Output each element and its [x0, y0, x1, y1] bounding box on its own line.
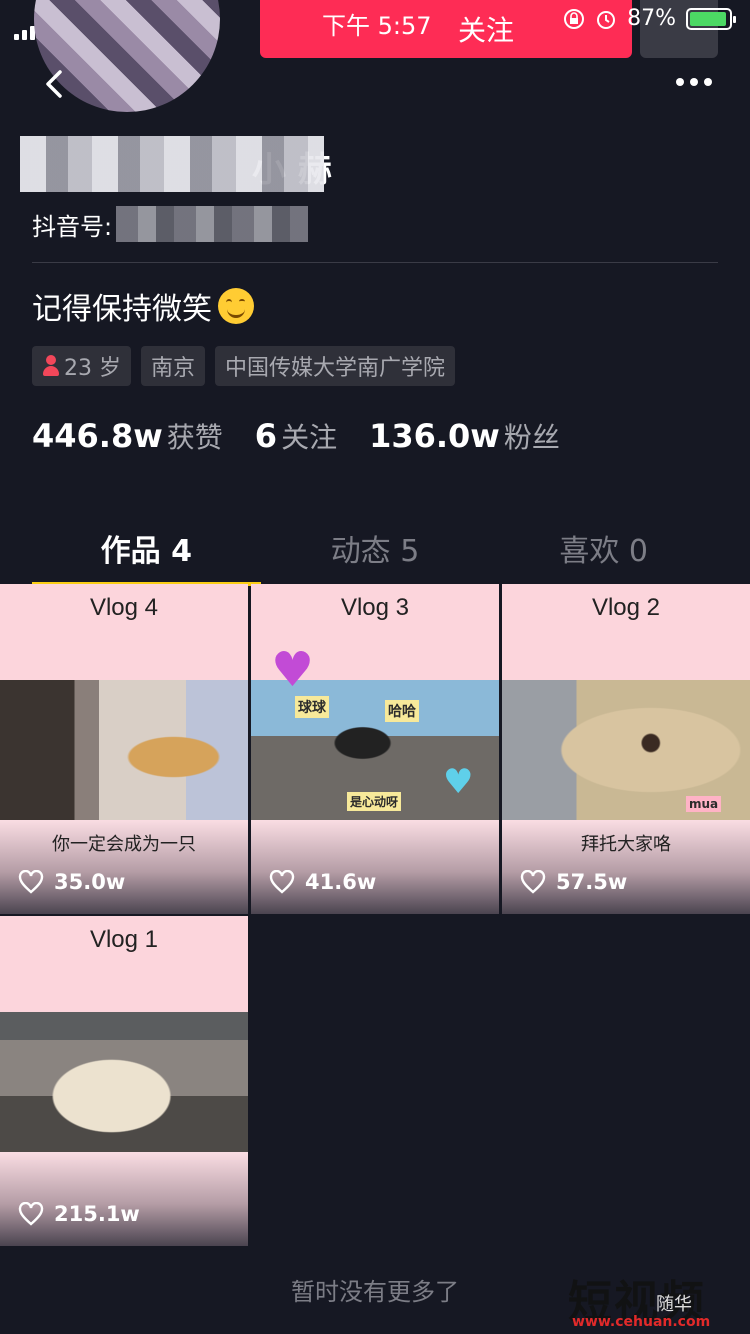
- divider: [32, 262, 718, 263]
- video-title: Vlog 2: [591, 594, 661, 621]
- tag-age: 23 岁: [32, 346, 131, 386]
- caption-overlay: [251, 820, 499, 914]
- tab-favorites[interactable]: 喜欢 0: [489, 512, 718, 584]
- chevron-left-icon[interactable]: [38, 66, 74, 102]
- tag-label: 23 岁: [64, 356, 121, 381]
- profile-stats: 446.8w 获赞 6 关注 136.0w 粉丝: [32, 416, 560, 456]
- sticker-label: 是心动呀: [347, 792, 402, 811]
- battery-percent: 87%: [627, 6, 676, 31]
- alarm-icon: [597, 10, 616, 29]
- more-dots-icon[interactable]: [676, 72, 712, 92]
- video-likes: 41.6w: [269, 870, 376, 894]
- stat-label: 粉丝: [503, 421, 560, 454]
- video-card[interactable]: Vlog 3 ♥ ♥ 球球 哈哈 是心动呀 41.6w: [251, 584, 499, 914]
- lock-rotation-icon: [564, 8, 585, 29]
- video-thumbnail: [0, 1012, 248, 1152]
- video-caption: 你一定会成为一只: [52, 834, 196, 855]
- video-card[interactable]: Vlog 4 你一定会成为一只 35.0w: [0, 584, 248, 914]
- stat-following[interactable]: 6 关注: [255, 416, 337, 456]
- likes-count: 35.0w: [54, 870, 126, 894]
- stat-value: 136.0w: [369, 417, 500, 455]
- sticker-label: mua: [686, 796, 722, 812]
- stat-value: 446.8w: [32, 417, 163, 455]
- video-thumbnail: [0, 680, 248, 820]
- female-icon: [42, 355, 60, 377]
- heart-outline-icon: [520, 870, 546, 894]
- status-time: 下午 5:57: [322, 12, 432, 40]
- smile-emoji-icon: [218, 288, 254, 324]
- nickname-mosaic: [20, 136, 324, 192]
- douyin-id: 抖音号:: [32, 206, 309, 242]
- profile-tabs: 作品 4 动态 5 喜欢 0: [32, 512, 718, 586]
- stat-label: 获赞: [166, 421, 223, 454]
- caption-overlay: [0, 1152, 248, 1246]
- tag-label: 南京: [151, 356, 196, 381]
- video-title: Vlog 1: [89, 926, 159, 953]
- douyin-id-label: 抖音号:: [32, 212, 113, 241]
- blue-heart-icon: ♥: [443, 762, 474, 802]
- video-title: Vlog 4: [89, 594, 159, 621]
- heart-outline-icon: [18, 870, 44, 894]
- tab-moments[interactable]: 动态 5: [261, 512, 490, 584]
- sticker-label: 哈哈: [385, 700, 419, 722]
- follow-button-label: 关注: [457, 14, 514, 47]
- stat-label: 关注: [281, 421, 338, 454]
- stat-value: 6: [254, 417, 278, 455]
- likes-count: 57.5w: [556, 870, 628, 894]
- stat-followers[interactable]: 136.0w 粉丝: [369, 416, 560, 456]
- battery-icon: [686, 7, 736, 30]
- tag-location: 南京: [141, 346, 206, 386]
- douyin-id-mosaic: [116, 206, 309, 242]
- video-card[interactable]: Vlog 2 mua 拜托大家咯 57.5w: [502, 584, 750, 914]
- likes-count: 41.6w: [305, 870, 377, 894]
- tag-label: 中国传媒大学南广学院: [225, 356, 446, 381]
- stat-likes[interactable]: 446.8w 获赞: [32, 416, 223, 456]
- heart-outline-icon: [18, 1202, 44, 1226]
- tab-works[interactable]: 作品 4: [32, 512, 261, 586]
- status-right: 87%: [563, 6, 736, 31]
- tag-school: 中国传媒大学南广学院: [215, 346, 456, 386]
- video-caption: 拜托大家咯: [581, 834, 671, 855]
- purple-heart-icon: ♥: [271, 642, 315, 698]
- video-likes: 35.0w: [18, 870, 125, 894]
- video-card[interactable]: Vlog 1 215.1w: [0, 916, 248, 1246]
- bio: 记得保持微笑: [32, 284, 254, 328]
- watermark-url: www.cehuan.com: [572, 1314, 711, 1330]
- video-title: Vlog 3: [340, 594, 410, 621]
- bio-text: 记得保持微笑: [32, 292, 212, 327]
- watermark-small: 随华: [656, 1294, 692, 1315]
- video-likes: 57.5w: [520, 870, 627, 894]
- heart-outline-icon: [269, 870, 295, 894]
- profile-tags: 23 岁 南京 中国传媒大学南广学院: [32, 346, 456, 386]
- sticker-label: 球球: [295, 696, 329, 718]
- video-likes: 215.1w: [18, 1202, 140, 1226]
- likes-count: 215.1w: [54, 1202, 140, 1226]
